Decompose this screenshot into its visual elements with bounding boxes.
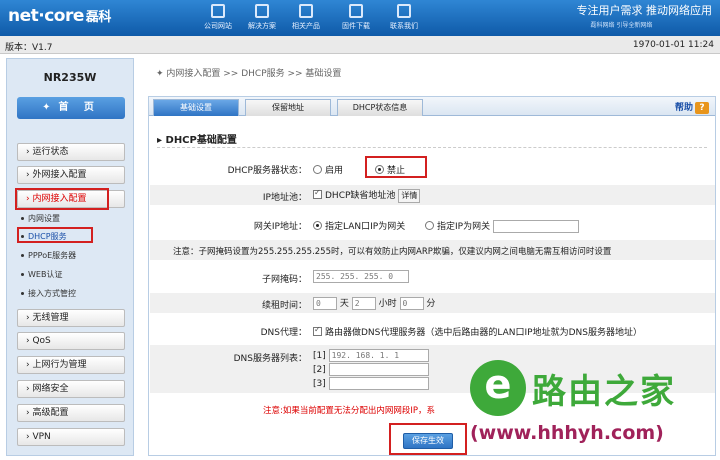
bullet-icon	[21, 217, 24, 220]
lease-minutes-input[interactable]: 0	[399, 297, 424, 310]
dns-proxy-field: 路由器做DNS代理服务器（选中后路由器的LAN口IP地址就为DNS服务器地址）	[313, 325, 642, 338]
dns-list-label: DNS服务器列表：	[233, 354, 307, 364]
menu-network-security[interactable]: › 网络安全	[17, 380, 125, 398]
lease-hours-input[interactable]: 2	[351, 297, 376, 310]
tab-dhcp-status[interactable]: DHCP状态信息	[337, 99, 423, 116]
tools-icon	[255, 4, 269, 18]
breadcrumb-icon: ✦	[156, 69, 167, 79]
radio-enable[interactable]: 启用	[313, 163, 343, 176]
device-model: NR235W	[43, 71, 97, 84]
radio-icon	[425, 221, 434, 230]
highlight-box-disable	[365, 156, 427, 178]
menu-vpn[interactable]: › VPN	[17, 428, 125, 446]
menu-wireless[interactable]: › 无线管理	[17, 309, 125, 327]
gateway-ip-input[interactable]	[493, 220, 580, 233]
days-unit: 天	[339, 299, 349, 309]
bullet-icon	[21, 273, 24, 276]
lease-time-label: 续租时间：	[261, 301, 307, 311]
tab-reserved-address[interactable]: 保留地址	[245, 99, 331, 116]
help-button[interactable]: 帮助?	[675, 100, 709, 114]
ip-pool-label: IP地址池：	[262, 193, 307, 203]
breadcrumb: ✦ 内网接入配置 >> DHCP服务 >> 基础设置	[156, 69, 342, 79]
home-button[interactable]: ✦ 首 页	[17, 97, 125, 119]
details-button[interactable]: 详情	[398, 188, 421, 203]
dns-1-input[interactable]: 192. 168. 1. 1	[328, 349, 429, 362]
section-title: ▸ DHCP基础配置	[157, 135, 237, 146]
download-icon	[349, 4, 363, 18]
monitor-icon	[211, 4, 225, 18]
hours-unit: 小时	[378, 299, 397, 309]
divider	[157, 147, 707, 148]
nav-solutions[interactable]: 解决方案	[242, 3, 282, 31]
bullet-icon	[21, 254, 24, 257]
main-panel: 基础设置 保留地址 DHCP状态信息 帮助? ▸ DHCP基础配置 DHCP服务…	[148, 96, 716, 456]
slogan: 专注用户需求 推动网络应用 磊科网络 引导全新网络	[576, 4, 713, 29]
nav-company-site[interactable]: 公司网站	[198, 3, 238, 31]
config-warning: 注意:如果当前配置无法分配出内网网段IP，系	[263, 406, 435, 416]
nav-contact[interactable]: 联系我们	[384, 3, 424, 31]
highlight-box-lan-menu	[15, 188, 109, 210]
info-bar: 版本：V1.7 1970-01-01 11:24	[0, 36, 720, 54]
menu-qos[interactable]: › QoS	[17, 332, 125, 350]
brand-logo[interactable]: net·core 磊科	[8, 6, 111, 26]
bullet-icon	[21, 292, 24, 295]
subnet-mask-wrap: 255. 255. 255. 0	[313, 270, 409, 283]
radio-gw-custom[interactable]: 指定IP为网关	[425, 219, 580, 233]
dns-3-input[interactable]	[328, 377, 429, 390]
menu-advanced[interactable]: › 高级配置	[17, 404, 125, 422]
menu-behavior-mgmt[interactable]: › 上网行为管理	[17, 356, 125, 374]
tab-bar: 基础设置 保留地址 DHCP状态信息 帮助?	[149, 97, 715, 116]
radio-gw-lan[interactable]: 指定LAN口IP为网关	[313, 219, 405, 232]
radio-selected-icon	[313, 221, 322, 230]
submenu-lan-settings[interactable]: 内网设置	[21, 213, 60, 224]
submenu-web-auth[interactable]: WEB认证	[21, 269, 62, 280]
phone-icon	[397, 4, 411, 18]
dhcp-status-label: DHCP服务器状态：	[227, 166, 307, 176]
lease-days-input[interactable]: 0	[313, 297, 337, 310]
dns-index: [1]	[313, 351, 326, 361]
radio-icon	[313, 165, 322, 174]
dns-index: [2]	[313, 365, 326, 375]
dns-2-input[interactable]	[328, 363, 429, 376]
menu-wan-config[interactable]: › 外网接入配置	[17, 166, 125, 184]
system-time: 1970-01-01 11:24	[632, 40, 714, 50]
help-icon: ?	[695, 102, 709, 114]
dns-index: [3]	[313, 379, 326, 389]
grid-icon	[299, 4, 313, 18]
tab-basic-settings[interactable]: 基础设置	[153, 99, 239, 116]
ip-pool-field: DHCP缺省地址池详情	[313, 188, 421, 203]
dns-row-3: [3]	[313, 377, 429, 390]
plus-icon: ✦	[42, 102, 51, 113]
subnet-mask-label: 子网掩码：	[261, 275, 307, 285]
top-header: net·core 磊科 公司网站 解决方案 相关产品 固件下载 联系我们 专注用户…	[0, 0, 720, 36]
highlight-box-save	[389, 423, 467, 455]
checkbox-icon[interactable]	[313, 188, 322, 199]
submenu-access-control[interactable]: 接入方式管控	[21, 288, 76, 299]
firmware-version: 版本：V1.7	[5, 43, 53, 53]
mask-note: 注意：子网掩码设置为255.255.255.255时，可以有效防止内网ARP欺骗…	[173, 247, 612, 257]
checkbox-icon[interactable]	[313, 325, 322, 336]
submenu-pppoe-server[interactable]: PPPoE服务器	[21, 250, 76, 261]
subnet-mask-input[interactable]: 255. 255. 255. 0	[313, 270, 409, 283]
gateway-label: 网关IP地址：	[253, 222, 307, 232]
nav-firmware[interactable]: 固件下载	[336, 3, 376, 31]
highlight-box-dhcp-menu	[17, 227, 93, 243]
menu-running-status[interactable]: › 运行状态	[17, 143, 125, 161]
dns-row-2: [2]	[313, 363, 429, 376]
lease-time-fields: 0 天 2 小时 0 分	[313, 296, 435, 310]
minutes-unit: 分	[426, 299, 436, 309]
dns-proxy-label: DNS代理：	[260, 328, 307, 338]
sidebar: NR235W ✦ 首 页 › 运行状态 › 外网接入配置 › 内网接入配置 内网设…	[6, 58, 134, 456]
dns-row-1: [1] 192. 168. 1. 1	[313, 349, 429, 362]
nav-products[interactable]: 相关产品	[286, 3, 326, 31]
